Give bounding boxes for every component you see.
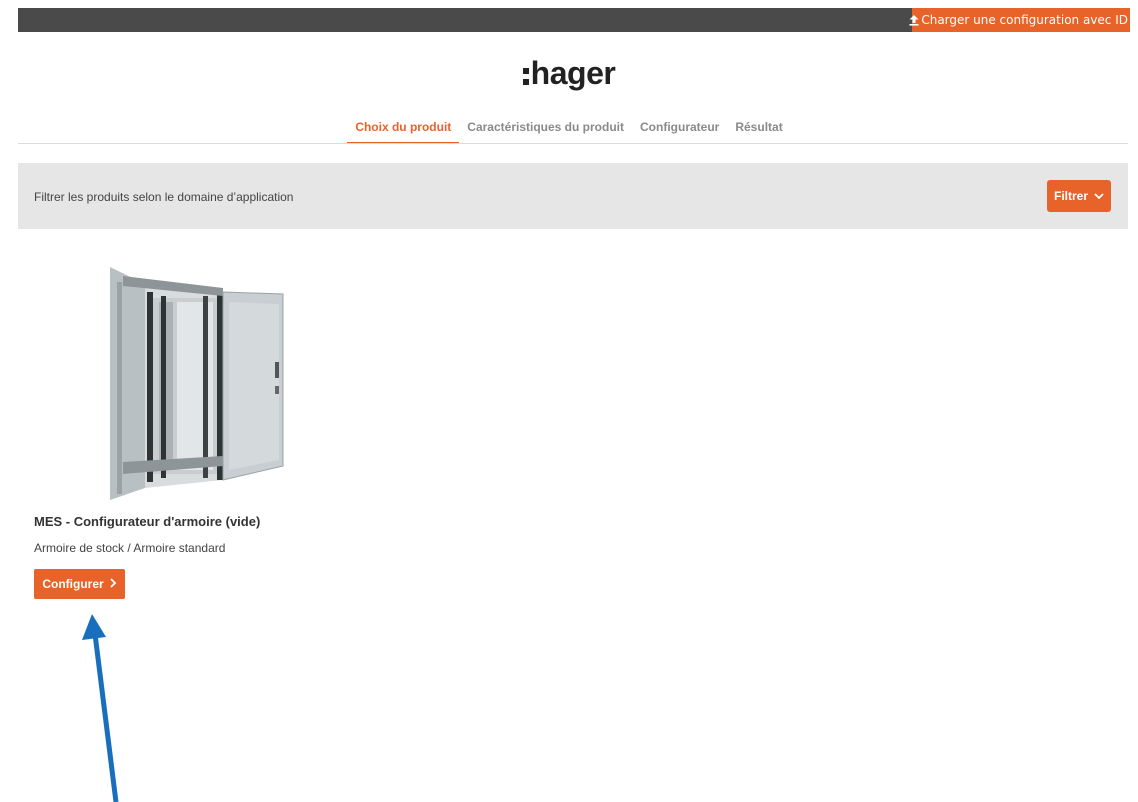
step-configurateur[interactable]: Configurateur [632,120,727,144]
chevron-down-icon [1094,189,1104,203]
nav-divider [18,143,1128,144]
load-configuration-label: Charger une configuration avec ID [921,13,1128,27]
product-title: MES - Configurateur d'armoire (vide) [34,514,261,529]
step-resultat[interactable]: Résultat [727,120,790,144]
load-configuration-button[interactable]: Charger une configuration avec ID [909,8,1130,32]
chevron-right-icon [110,577,117,591]
configure-button-label: Configurer [42,577,104,591]
product-subtitle: Armoire de stock / Armoire standard [34,541,226,555]
configure-button[interactable]: Configurer [34,569,125,599]
filter-description: Filtrer les produits selon le domaine d’… [34,190,294,204]
step-choix-du-produit[interactable]: Choix du produit [347,120,460,144]
step-caracteristiques[interactable]: Caractéristiques du produit [459,120,632,144]
top-bar: Charger une configuration avec ID [18,8,1130,32]
filter-button-label: Filtrer [1053,189,1088,203]
filter-bar: Filtrer les produits selon le domaine d’… [18,163,1128,229]
logo: hager [0,55,1138,92]
upload-icon [909,14,919,26]
steps-nav: Choix du produit Caractéristiques du pro… [0,120,1138,144]
cabinet-product-image [110,267,284,500]
logo-mark [522,68,529,85]
annotation-arrow-icon [82,614,119,802]
logo-text: hager [530,55,616,91]
filter-button[interactable]: Filtrer [1047,180,1111,212]
